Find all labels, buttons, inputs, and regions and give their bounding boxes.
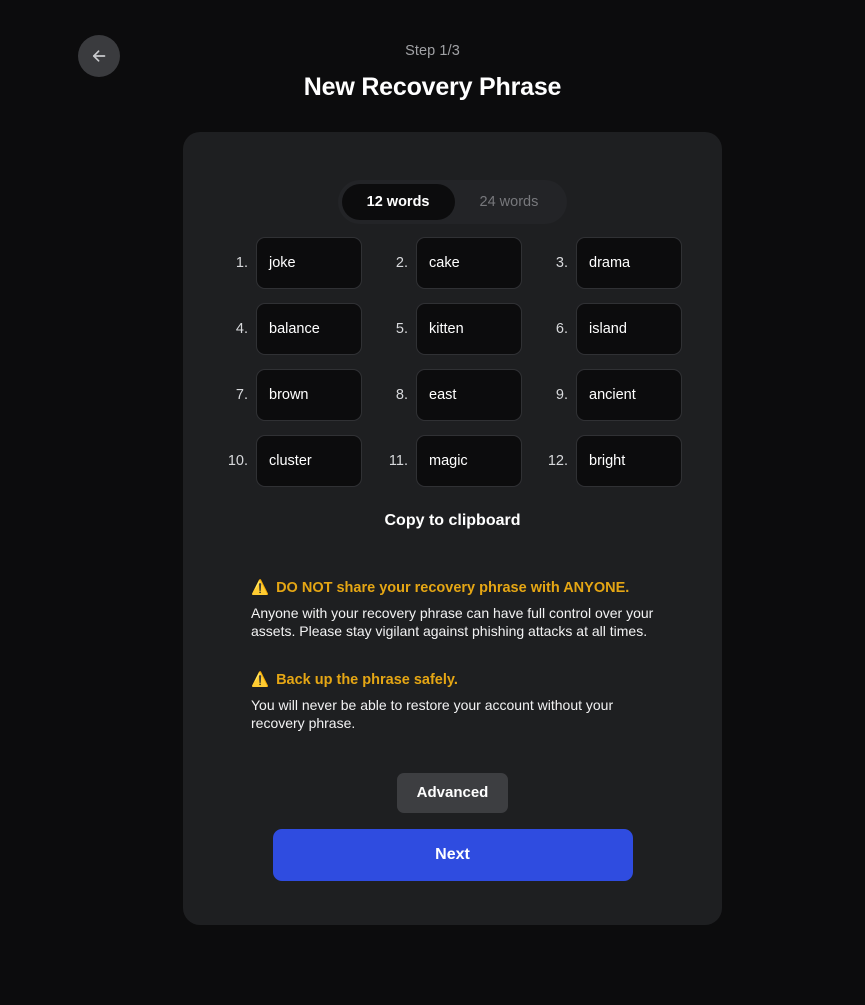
word-field[interactable]: kitten	[416, 303, 522, 355]
word-index: 8.	[395, 387, 408, 403]
word-index: 1.	[235, 255, 248, 271]
word-index: 3.	[555, 255, 568, 271]
word-cell: 11. magic	[383, 435, 522, 487]
warning-triangle-icon: ⚠️	[251, 580, 270, 596]
recovery-phrase-card: 12 words 24 words 1. joke 2. cake 3. dra…	[183, 132, 722, 925]
step-indicator: Step 1/3	[405, 43, 460, 59]
word-field[interactable]: drama	[576, 237, 682, 289]
page-header: Step 1/3 New Recovery Phrase	[0, 41, 865, 103]
word-cell: 10. cluster	[223, 435, 362, 487]
toggle-option-12-words[interactable]: 12 words	[341, 184, 455, 220]
advanced-button[interactable]: Advanced	[396, 773, 509, 813]
word-field[interactable]: magic	[416, 435, 522, 487]
word-cell: 7. brown	[223, 369, 362, 421]
word-field[interactable]: cake	[416, 237, 522, 289]
toggle-option-24-words[interactable]: 24 words	[455, 184, 564, 220]
word-index: 5.	[395, 321, 408, 337]
warnings-section: ⚠️ DO NOT share your recovery phrase wit…	[251, 578, 659, 732]
word-cell: 12. bright	[543, 435, 682, 487]
word-index: 12.	[547, 453, 568, 469]
next-row: Next	[183, 829, 722, 881]
word-count-toggle-wrap: 12 words 24 words	[183, 180, 722, 224]
word-field[interactable]: bright	[576, 435, 682, 487]
word-field[interactable]: cluster	[256, 435, 362, 487]
word-cell: 3. drama	[543, 237, 682, 289]
word-cell: 1. joke	[223, 237, 362, 289]
warning-body: Anyone with your recovery phrase can hav…	[251, 605, 654, 639]
word-field[interactable]: ancient	[576, 369, 682, 421]
word-cell: 6. island	[543, 303, 682, 355]
word-field[interactable]: island	[576, 303, 682, 355]
warning-heading: ⚠️ Back up the phrase safely.	[251, 670, 659, 690]
warning-title: DO NOT share your recovery phrase with A…	[276, 580, 630, 596]
word-index: 7.	[235, 387, 248, 403]
warning-block-back-up: ⚠️ Back up the phrase safely. You will n…	[251, 670, 659, 732]
advanced-row: Advanced	[183, 773, 722, 813]
warning-block-do-not-share: ⚠️ DO NOT share your recovery phrase wit…	[251, 578, 659, 640]
word-field[interactable]: east	[416, 369, 522, 421]
page-title: New Recovery Phrase	[303, 73, 562, 101]
word-field[interactable]: balance	[256, 303, 362, 355]
word-index: 2.	[395, 255, 408, 271]
word-cell: 5. kitten	[383, 303, 522, 355]
recovery-phrase-screen: Step 1/3 New Recovery Phrase 12 words 24…	[0, 0, 865, 1005]
word-index: 6.	[555, 321, 568, 337]
warning-triangle-icon: ⚠️	[251, 672, 270, 688]
copy-to-clipboard-row: Copy to clipboard	[183, 508, 722, 534]
word-index: 9.	[555, 387, 568, 403]
next-button[interactable]: Next	[272, 829, 633, 881]
word-index: 10.	[227, 453, 248, 469]
word-count-toggle: 12 words 24 words	[337, 180, 568, 224]
word-index: 11.	[388, 453, 408, 469]
recovery-words-grid: 1. joke 2. cake 3. drama 4. balance 5. k…	[223, 237, 682, 487]
warning-heading: ⚠️ DO NOT share your recovery phrase wit…	[251, 578, 659, 598]
word-cell: 2. cake	[383, 237, 522, 289]
word-cell: 8. east	[383, 369, 522, 421]
warning-title: Back up the phrase safely.	[276, 672, 458, 688]
word-field[interactable]: brown	[256, 369, 362, 421]
word-cell: 4. balance	[223, 303, 362, 355]
word-index: 4.	[235, 321, 248, 337]
word-cell: 9. ancient	[543, 369, 682, 421]
copy-to-clipboard-button[interactable]: Copy to clipboard	[381, 508, 525, 534]
warning-body: You will never be able to restore your a…	[251, 697, 614, 731]
word-field[interactable]: joke	[256, 237, 362, 289]
